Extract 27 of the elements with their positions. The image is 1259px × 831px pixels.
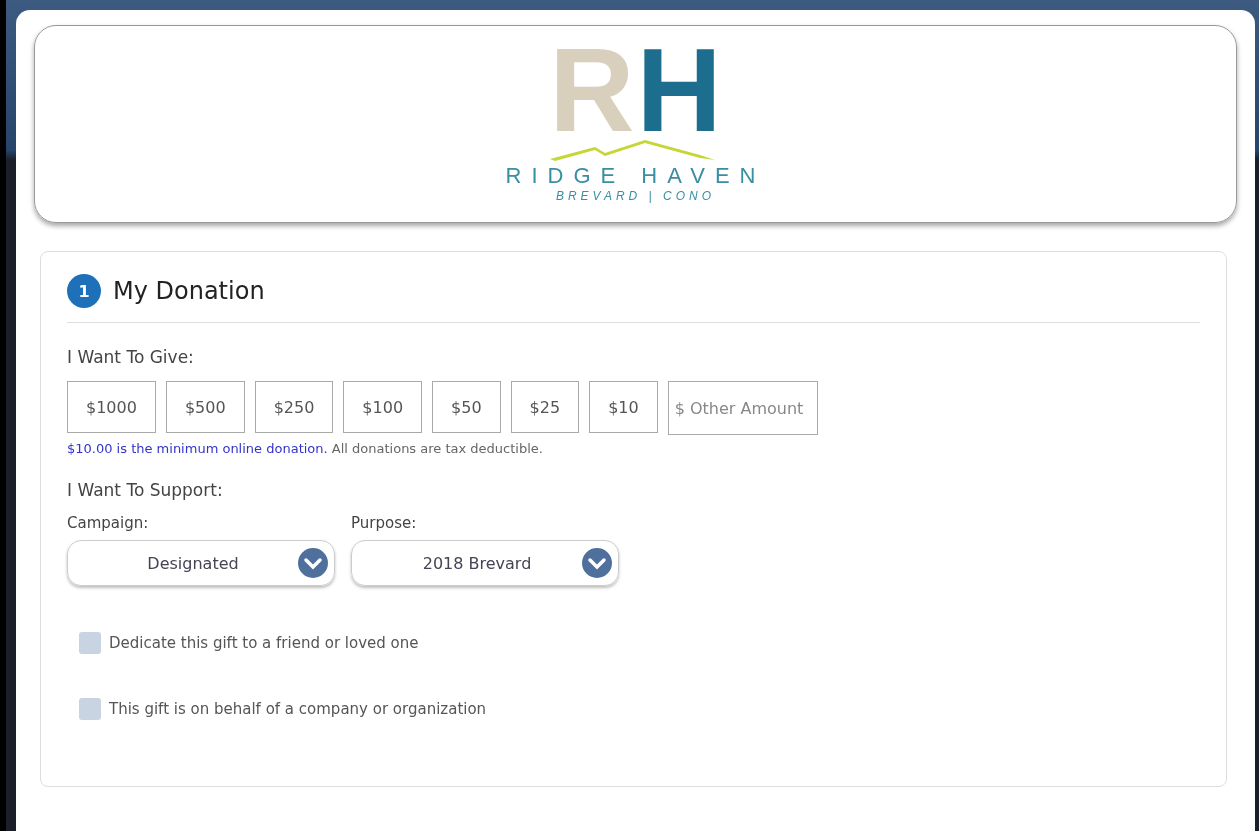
give-label: I Want To Give: <box>67 347 195 367</box>
amount-button[interactable]: $50 <box>432 381 501 433</box>
logo-tagline: BREVARD | CONO <box>555 189 716 203</box>
checkbox[interactable] <box>79 632 101 654</box>
step-number: 1 <box>67 274 101 308</box>
dropdown[interactable]: 2018 Brevard <box>351 540 619 586</box>
support-label: I Want To Support: <box>67 480 224 500</box>
select-label: Purpose: <box>351 514 418 532</box>
chevron-down-icon <box>298 548 328 578</box>
logo-name: RIDGE HAVEN <box>505 163 766 189</box>
section-title: My Donation <box>113 277 265 305</box>
amount-button[interactable]: $1000 <box>67 381 156 433</box>
amount-button[interactable]: $10 <box>589 381 658 433</box>
donation-note: $10.00 is the minimum online donation. All donations are tax deductible. <box>67 441 544 456</box>
other-amount-field[interactable]: $ Other Amount <box>667 381 818 435</box>
checkbox-label: This gift is on behalf of a company or organization <box>109 700 487 718</box>
amount-button[interactable]: $25 <box>510 381 580 433</box>
select-label: Campaign: <box>67 514 150 532</box>
logo-letter: R <box>549 45 635 135</box>
logo-letter: H <box>636 45 722 135</box>
amount-button[interactable]: $500 <box>165 381 245 433</box>
amount-button[interactable]: $100 <box>343 381 423 433</box>
chevron-down-icon <box>582 548 612 578</box>
checkbox-label: Dedicate this gift to a friend or loved one <box>109 634 419 652</box>
dropdown[interactable]: Designated <box>67 540 335 586</box>
checkbox[interactable] <box>79 698 101 720</box>
amount-button[interactable]: $250 <box>254 381 334 433</box>
